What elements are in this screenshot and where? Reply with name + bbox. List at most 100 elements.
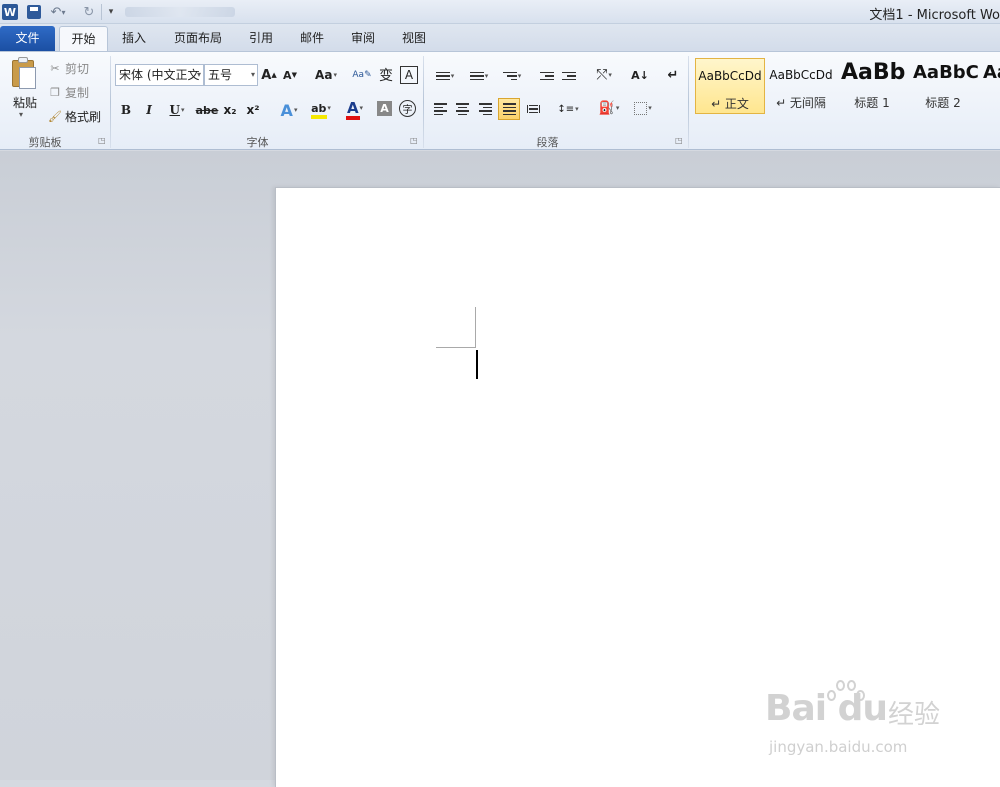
- italic-icon[interactable]: I: [141, 100, 157, 120]
- clear-formatting-icon[interactable]: Aa✎: [352, 65, 372, 85]
- character-shading-icon[interactable]: A: [377, 101, 392, 116]
- style-title-partial[interactable]: Aa: [979, 58, 1000, 114]
- highlight-dropdown-icon[interactable]: ▾: [327, 104, 331, 112]
- clipboard-group-label: 剪贴板: [28, 136, 62, 149]
- style-normal[interactable]: AaBbCcDd ↵ 正文: [695, 58, 765, 114]
- underline-button[interactable]: U ▾: [164, 100, 190, 120]
- style-heading-2[interactable]: AaBbC 标题 2: [908, 58, 978, 114]
- sort-icon[interactable]: A↓: [630, 65, 650, 85]
- paste-dropdown-icon[interactable]: ▾: [19, 110, 23, 119]
- multilevel-list-button[interactable]: ▾: [498, 66, 526, 86]
- undo-icon[interactable]: ↶ ▾: [50, 3, 66, 21]
- highlight-button[interactable]: ab ▾: [306, 98, 336, 119]
- cut-label: 剪切: [65, 61, 90, 76]
- tab-references[interactable]: 引用: [240, 26, 282, 51]
- font-family-dropdown-icon[interactable]: ▾: [197, 65, 201, 85]
- numbering-button[interactable]: ▾: [465, 66, 493, 86]
- strikethrough-icon[interactable]: abe: [196, 100, 219, 120]
- chinese-layout-button[interactable]: ⤲ ▾: [590, 65, 618, 85]
- copy-label: 复制: [65, 85, 90, 100]
- word-app-icon[interactable]: W: [2, 4, 18, 20]
- tab-home[interactable]: 开始: [59, 26, 108, 51]
- tab-review[interactable]: 审阅: [342, 26, 384, 51]
- style-name: 标题 1: [854, 96, 890, 110]
- tab-view[interactable]: 视图: [393, 26, 435, 51]
- text-effects-button[interactable]: A ▾: [276, 100, 302, 120]
- underline-dropdown-icon[interactable]: ▾: [181, 106, 185, 114]
- phonetic-guide-icon[interactable]: 变: [376, 65, 396, 85]
- style-sample: AaBb: [841, 60, 906, 85]
- font-color-button[interactable]: A ▾: [341, 98, 369, 120]
- style-sample: AaBbC: [913, 62, 978, 83]
- show-formatting-marks-icon[interactable]: ↵: [664, 65, 682, 85]
- save-icon[interactable]: [27, 5, 41, 19]
- style-name: ↵ 正文: [711, 97, 749, 111]
- line-spacing-button[interactable]: ↕≡ ▾: [555, 99, 581, 119]
- borders-button[interactable]: ▾: [628, 98, 658, 118]
- font-family-combo[interactable]: 宋体 (中文正文 ▾: [115, 64, 204, 86]
- watermark-url: jingyan.baidu.com: [769, 738, 908, 756]
- font-size-value: 五号: [208, 68, 233, 82]
- distributed-icon[interactable]: [524, 99, 542, 119]
- format-painter-button[interactable]: 🖌 格式刷: [48, 106, 101, 126]
- paste-button-label[interactable]: 粘贴: [8, 94, 42, 111]
- style-no-spacing[interactable]: AaBbCcDd ↵ 无间隔: [766, 58, 836, 114]
- copy-button[interactable]: ❐ 复制: [48, 82, 89, 102]
- align-right-icon[interactable]: [476, 99, 494, 119]
- align-center-icon[interactable]: [453, 99, 471, 119]
- bullets-icon: [435, 71, 450, 81]
- style-sample: Aa: [983, 62, 1000, 83]
- margin-corner-mark: [436, 347, 476, 348]
- style-name: ↵ 无间隔: [776, 96, 826, 110]
- align-left-icon[interactable]: [431, 99, 449, 119]
- enclose-characters-icon[interactable]: 字: [399, 100, 416, 117]
- group-separator: [110, 56, 111, 148]
- style-name: 标题 2: [925, 96, 961, 110]
- ribbon-home: 粘贴 ▾ ✂ 剪切 ❐ 复制 🖌 格式刷 剪贴板 ◳ 宋体 (中文正文 ▾ 五号…: [0, 51, 1000, 150]
- watermark-jingyan: 经验: [888, 700, 941, 730]
- scissors-icon: ✂: [50, 61, 60, 75]
- increase-indent-icon[interactable]: [560, 66, 578, 86]
- font-family-value: 宋体 (中文正文: [119, 68, 200, 82]
- multilevel-list-icon: [502, 71, 517, 81]
- subscript-icon[interactable]: x₂: [221, 100, 239, 120]
- decrease-indent-icon[interactable]: [538, 66, 556, 86]
- tab-page-layout[interactable]: 页面布局: [164, 26, 232, 51]
- window-title: 文档1 - Microsoft Wo: [869, 8, 1000, 23]
- bold-icon[interactable]: B: [118, 100, 134, 120]
- character-border-icon[interactable]: A: [400, 66, 418, 84]
- justify-icon[interactable]: [498, 98, 520, 120]
- customize-quick-access-icon[interactable]: ▾: [106, 3, 116, 21]
- clipboard-launcher-icon[interactable]: ◳: [98, 137, 106, 145]
- tab-file[interactable]: 文件: [0, 26, 55, 51]
- style-heading-1[interactable]: AaBb 标题 1: [837, 58, 907, 114]
- change-case-icon[interactable]: Aa ▾: [312, 65, 340, 85]
- paragraph-group-label: 段落: [536, 136, 559, 149]
- undo-dropdown-icon[interactable]: ▾: [61, 8, 65, 17]
- tab-mailings[interactable]: 邮件: [291, 26, 333, 51]
- highlight-icon: ab: [311, 102, 328, 119]
- grow-font-icon[interactable]: A ▲: [261, 65, 277, 85]
- paragraph-launcher-icon[interactable]: ◳: [675, 137, 683, 145]
- tab-insert[interactable]: 插入: [112, 26, 156, 51]
- blurred-title-region: [125, 7, 235, 17]
- chinese-layout-icon: ⤲: [596, 67, 608, 83]
- font-size-combo[interactable]: 五号 ▾: [204, 64, 258, 86]
- font-color-dropdown-icon[interactable]: ▾: [360, 104, 364, 112]
- bullets-button[interactable]: ▾: [431, 66, 459, 86]
- shading-button[interactable]: ⛽ ▾: [594, 98, 624, 118]
- paint-bucket-icon: ⛽: [598, 100, 615, 116]
- quick-access-separator: [101, 4, 102, 20]
- paste-icon[interactable]: [10, 57, 40, 91]
- font-launcher-icon[interactable]: ◳: [410, 137, 418, 145]
- styles-gallery: AaBbCcDd ↵ 正文 AaBbCcDd ↵ 无间隔 AaBb 标题 1 A…: [693, 56, 1000, 118]
- font-size-dropdown-icon[interactable]: ▾: [251, 65, 255, 85]
- baidu-watermark: Bai du 经验 jingyan.baidu.com: [765, 676, 965, 766]
- cut-button[interactable]: ✂ 剪切: [48, 58, 89, 78]
- numbering-icon: [469, 71, 484, 81]
- font-group-label: 字体: [246, 136, 269, 149]
- shrink-font-icon[interactable]: A ▼: [282, 65, 298, 85]
- redo-icon[interactable]: ↻: [82, 3, 96, 21]
- copy-icon: ❐: [50, 85, 60, 99]
- superscript-icon[interactable]: x²: [244, 100, 262, 120]
